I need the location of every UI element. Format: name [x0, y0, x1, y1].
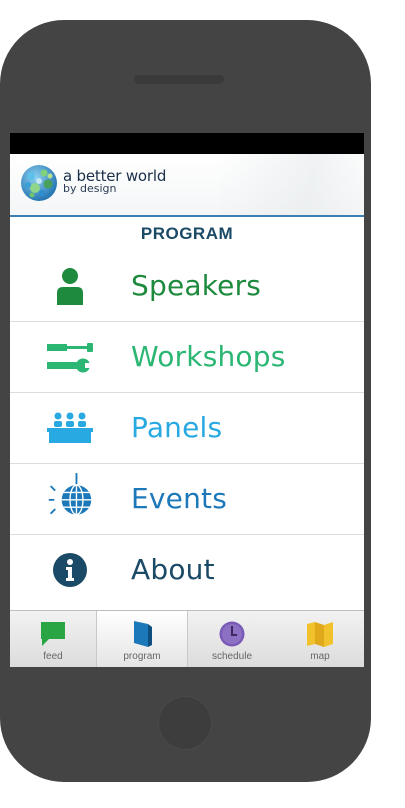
menu-item-workshops[interactable]: Workshops [10, 322, 364, 393]
disco-ball-icon [46, 473, 94, 520]
menu-item-label: About [131, 553, 215, 586]
chat-bubble-icon [41, 622, 65, 646]
menu-item-speakers[interactable]: Speakers [10, 251, 364, 322]
tab-label: schedule [211, 651, 253, 662]
bottom-tab-bar: feed program schedule map [10, 610, 364, 667]
phone-speaker [134, 75, 224, 84]
app-screen: a better world by design PROGRAM Speaker… [10, 133, 364, 667]
map-icon [307, 622, 333, 647]
menu-item-label: Events [131, 482, 228, 515]
header-sheen [220, 154, 364, 215]
app-header: a better world by design [10, 154, 364, 217]
globe-logo-icon [21, 165, 57, 201]
tab-map[interactable]: map [276, 611, 364, 667]
status-bar [10, 133, 364, 154]
tab-label: program [123, 651, 161, 662]
program-menu: Speakers Workshops Panels Events About [10, 251, 364, 605]
tools-icon [46, 336, 94, 378]
tab-program[interactable]: program [96, 611, 188, 667]
menu-item-panels[interactable]: Panels [10, 393, 364, 464]
menu-item-label: Workshops [131, 340, 286, 373]
speaker-person-icon [46, 265, 94, 307]
menu-item-label: Panels [131, 411, 223, 444]
menu-item-about[interactable]: About [10, 535, 364, 605]
phone-frame: a better world by design PROGRAM Speaker… [0, 20, 371, 782]
tab-label: map [310, 651, 330, 662]
bookmark-flag-icon [134, 621, 152, 647]
menu-item-events[interactable]: Events [10, 464, 364, 535]
logo-wordmark: a better world by design [63, 169, 166, 195]
menu-item-label: Speakers [131, 269, 262, 302]
page-title: PROGRAM [140, 224, 234, 243]
panel-table-icon [46, 407, 94, 449]
tab-feed[interactable]: feed [10, 611, 96, 667]
home-button[interactable] [158, 696, 212, 750]
info-icon [46, 549, 94, 591]
tab-label: feed [43, 651, 63, 662]
clock-icon [219, 621, 245, 647]
tab-schedule[interactable]: schedule [188, 611, 276, 667]
